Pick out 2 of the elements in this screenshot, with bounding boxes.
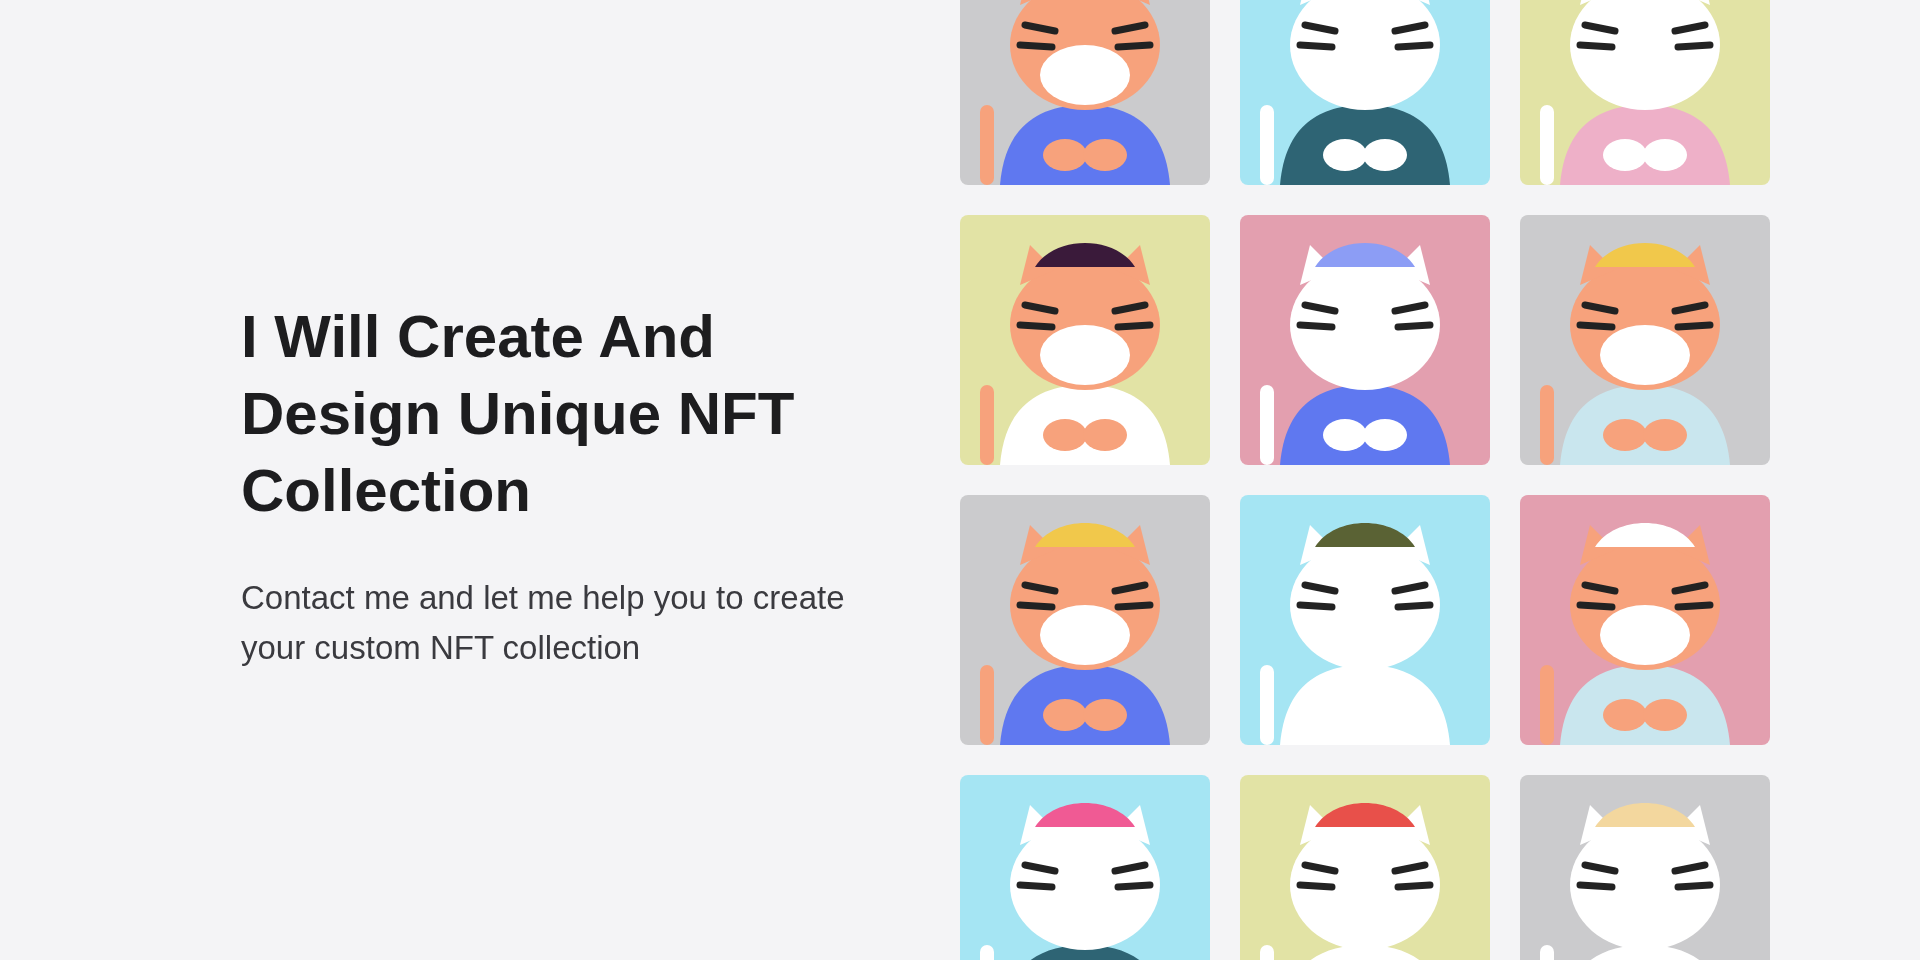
hero-subtitle: Contact me and let me help you to create your custom NFT collection (241, 577, 846, 668)
hero-title: I Will Create And Design Unique NFT Collection (241, 301, 796, 526)
